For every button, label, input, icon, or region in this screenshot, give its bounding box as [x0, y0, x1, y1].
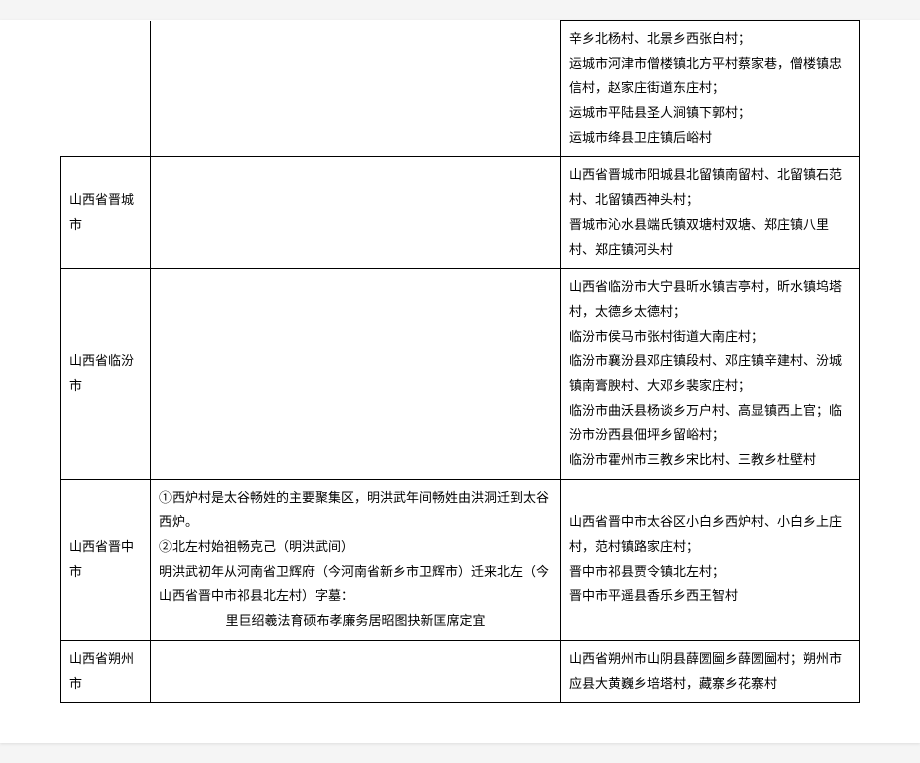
table-row: 辛乡北杨村、北景乡西张白村； 运城市河津市僧楼镇北方平村蔡家巷，僧楼镇忠信村，赵… — [61, 21, 860, 157]
cell-text-main: ①西炉村是太谷畅姓的主要聚集区，明洪武年间畅姓由洪洞迁到太谷西炉。 ②北左村始祖… — [159, 490, 549, 604]
table-row: 山西省朔州市 山西省朔州市山阴县薛圐圙乡薛圐圙村；朔州市应县大黄巍乡培塔村，藏寨… — [61, 640, 860, 702]
data-table: 辛乡北杨村、北景乡西张白村； 运城市河津市僧楼镇北方平村蔡家巷，僧楼镇忠信村，赵… — [60, 20, 860, 703]
cell-text: 山西省朔州市山阴县薛圐圙乡薛圐圙村；朔州市应县大黄巍乡培塔村，藏寨乡花寨村 — [569, 651, 842, 691]
cell-province: 山西省临汾市 — [61, 269, 151, 480]
cell-text: 山西省晋城市阳城县北留镇南留村、北留镇石范村、北留镇西神头村； 晋城市沁水县端氏… — [569, 167, 842, 256]
cell-notes — [151, 640, 561, 702]
cell-notes — [151, 269, 561, 480]
cell-text: 辛乡北杨村、北景乡西张白村； 运城市河津市僧楼镇北方平村蔡家巷，僧楼镇忠信村，赵… — [569, 31, 842, 145]
cell-text: 山西省临汾市大宁县昕水镇吉亭村，昕水镇坞塔村，太德乡太德村； 临汾市侯马市张村街… — [569, 279, 842, 467]
cell-province: 山西省晋中市 — [61, 479, 151, 640]
cell-text: 山西省晋中市太谷区小白乡西炉村、小白乡上庄村，范村镇路家庄村； 晋中市祁县贾令镇… — [569, 514, 842, 603]
cell-locations: 山西省晋中市太谷区小白乡西炉村、小白乡上庄村，范村镇路家庄村； 晋中市祁县贾令镇… — [561, 479, 860, 640]
cell-notes: ①西炉村是太谷畅姓的主要聚集区，明洪武年间畅姓由洪洞迁到太谷西炉。 ②北左村始祖… — [151, 479, 561, 640]
cell-province: 山西省朔州市 — [61, 640, 151, 702]
cell-province — [61, 21, 151, 157]
table-row: 山西省临汾市 山西省临汾市大宁县昕水镇吉亭村，昕水镇坞塔村，太德乡太德村； 临汾… — [61, 269, 860, 480]
cell-locations: 山西省朔州市山阴县薛圐圙乡薛圐圙村；朔州市应县大黄巍乡培塔村，藏寨乡花寨村 — [561, 640, 860, 702]
cell-notes — [151, 157, 561, 269]
cell-locations: 山西省临汾市大宁县昕水镇吉亭村，昕水镇坞塔村，太德乡太德村； 临汾市侯马市张村街… — [561, 269, 860, 480]
document-page: 辛乡北杨村、北景乡西张白村； 运城市河津市僧楼镇北方平村蔡家巷，僧楼镇忠信村，赵… — [0, 20, 920, 743]
cell-locations: 辛乡北杨村、北景乡西张白村； 运城市河津市僧楼镇北方平村蔡家巷，僧楼镇忠信村，赵… — [561, 21, 860, 157]
cell-text-centered: 里巨绍羲法育硕布孝廉务居昭图抉新匡席定宜 — [159, 609, 552, 634]
table-row: 山西省晋中市 ①西炉村是太谷畅姓的主要聚集区，明洪武年间畅姓由洪洞迁到太谷西炉。… — [61, 479, 860, 640]
cell-province: 山西省晋城市 — [61, 157, 151, 269]
table-row: 山西省晋城市 山西省晋城市阳城县北留镇南留村、北留镇石范村、北留镇西神头村； 晋… — [61, 157, 860, 269]
cell-locations: 山西省晋城市阳城县北留镇南留村、北留镇石范村、北留镇西神头村； 晋城市沁水县端氏… — [561, 157, 860, 269]
cell-notes — [151, 21, 561, 157]
